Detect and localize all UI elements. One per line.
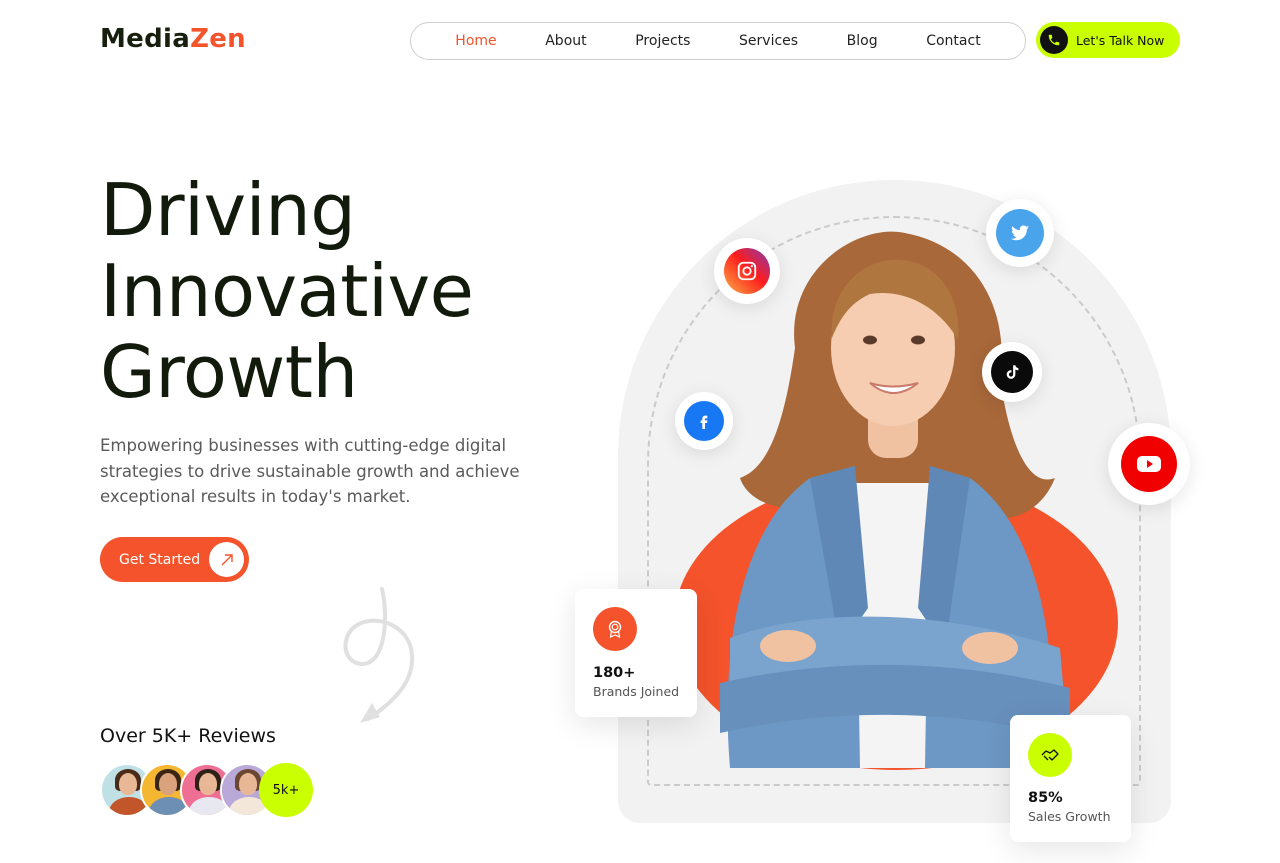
hero-headline: Driving Innovative Growth (100, 168, 474, 414)
handshake-icon (1028, 733, 1072, 777)
sales-label: Sales Growth (1028, 809, 1111, 824)
twitter-button[interactable] (986, 199, 1054, 267)
reviews-title: Over 5K+ Reviews (100, 725, 276, 747)
youtube-icon (1121, 436, 1177, 492)
brands-label: Brands Joined (593, 684, 680, 699)
sales-growth-card: 85% Sales Growth (1010, 715, 1131, 842)
facebook-button[interactable] (675, 392, 733, 450)
hero-subtitle: Empowering businesses with cutting-edge … (100, 436, 520, 506)
nav-contact[interactable]: Contact (926, 33, 980, 49)
award-badge-icon (593, 607, 637, 651)
instagram-button[interactable] (714, 238, 780, 304)
nav-projects[interactable]: Projects (635, 33, 690, 49)
get-started-button[interactable]: Get Started (100, 537, 249, 582)
main-nav: Home About Projects Services Blog Contac… (410, 22, 1026, 60)
get-started-label: Get Started (119, 551, 201, 568)
youtube-button[interactable] (1108, 423, 1190, 505)
headline-line-1: Driving (100, 168, 356, 252)
nav-about[interactable]: About (545, 33, 586, 49)
nav-blog[interactable]: Blog (847, 33, 878, 49)
logo[interactable]: MediaZen (100, 24, 246, 54)
logo-text: Media (100, 24, 191, 54)
arrow-up-right-icon (209, 542, 244, 577)
sales-value: 85% (1028, 790, 1063, 806)
brands-value: 180+ (593, 665, 636, 681)
twitter-icon (996, 209, 1044, 257)
lets-talk-label: Let's Talk Now (1076, 32, 1165, 48)
headline-line-2: Innovative (100, 249, 474, 333)
nav-home[interactable]: Home (455, 33, 496, 49)
curly-arrow-decoration (343, 587, 415, 723)
reviews-count-badge: 5k+ (259, 763, 313, 817)
hero-person-image (720, 231, 1070, 768)
brands-joined-card: 180+ Brands Joined (575, 589, 697, 717)
facebook-icon (684, 401, 724, 441)
phone-icon (1040, 26, 1068, 54)
headline-line-3: Growth (100, 330, 358, 414)
logo-accent-text: Zen (190, 24, 246, 54)
lets-talk-button[interactable]: Let's Talk Now (1036, 22, 1180, 58)
tiktok-icon (991, 351, 1033, 393)
nav-services[interactable]: Services (739, 33, 798, 49)
tiktok-button[interactable] (982, 342, 1042, 402)
instagram-icon (724, 248, 770, 294)
